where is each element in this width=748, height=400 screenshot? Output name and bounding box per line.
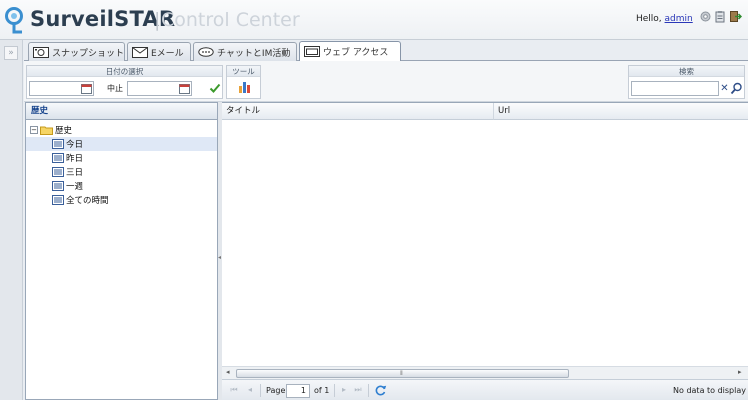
date-group-title: 日付の選択 — [27, 66, 222, 77]
tab-email[interactable]: Eメール — [127, 42, 191, 61]
scrollbar-thumb[interactable]: ⦀ — [236, 369, 569, 378]
tab-email-label: Eメール — [151, 48, 184, 59]
chat-icon — [198, 46, 214, 57]
brand-separator: | — [154, 9, 161, 31]
start-date-field[interactable] — [29, 81, 94, 96]
tools-group-title: ツール — [227, 66, 260, 77]
browser-window-icon — [304, 46, 320, 57]
tab-web-access[interactable]: ウェブ アクセス — [299, 41, 401, 61]
stop-label: 中止 — [107, 84, 123, 93]
prev-page-icon[interactable]: ◂ — [244, 384, 256, 396]
tree-item-label: 全ての時間 — [66, 196, 109, 206]
scroll-left-icon[interactable]: ◂ — [226, 368, 230, 376]
search-icon[interactable] — [730, 81, 743, 96]
folder-icon — [40, 126, 53, 135]
tree-root-label: 歴史 — [55, 126, 73, 136]
page-count-label: of 1 — [314, 386, 330, 395]
app-header: SurveilSTAR | Control Center Hello, admi… — [0, 0, 748, 40]
first-page-icon[interactable]: ⏮ — [228, 384, 240, 396]
tree-root-history[interactable]: − 歴史 — [30, 123, 72, 137]
left-collapse-strip: » — [0, 40, 23, 400]
logo-icon — [5, 7, 23, 34]
search-group-title: 検索 — [629, 66, 744, 77]
tree-item-label: 昨日 — [66, 154, 84, 164]
tree-item-one-week[interactable]: 一週 — [52, 179, 83, 193]
clear-search-icon[interactable]: ✕ — [719, 81, 730, 96]
tab-chat-im-label: チャットとIM活動 — [217, 48, 291, 59]
column-header-url[interactable]: Url — [494, 103, 748, 120]
tree-item-all-time[interactable]: 全ての時間 — [52, 193, 109, 207]
filter-toolbar: 日付の選択 中止 ツール 検索 ✕ — [24, 61, 748, 102]
list-icon — [52, 181, 64, 191]
pager-separator — [334, 384, 335, 397]
list-icon — [52, 195, 64, 205]
envelope-icon — [132, 46, 148, 58]
last-page-icon[interactable]: ⏭ — [352, 384, 364, 396]
calendar-icon[interactable] — [179, 83, 190, 94]
date-selection-group: 日付の選択 中止 — [26, 65, 223, 99]
greeting: Hello, admin — [636, 14, 693, 24]
pager-separator — [368, 384, 369, 397]
list-icon — [52, 153, 64, 163]
calendar-icon[interactable] — [81, 83, 92, 94]
apply-checkmark-icon[interactable] — [209, 82, 221, 94]
end-date-field[interactable] — [127, 81, 192, 96]
greeting-text: Hello, — [636, 14, 665, 24]
tree-item-label: 三日 — [66, 168, 84, 178]
search-group: 検索 ✕ — [628, 65, 745, 99]
tree-item-today[interactable]: 今日 — [26, 137, 217, 151]
tree-item-three-days[interactable]: 三日 — [52, 165, 83, 179]
pager-status: No data to display — [673, 386, 746, 395]
brand-subtitle: Control Center — [161, 9, 300, 31]
grip-icon: ⦀ — [400, 370, 403, 377]
refresh-icon[interactable] — [374, 384, 387, 397]
history-tree-panel: 歴史 − 歴史 今日 昨日 三日 一週 全ての時間 — [25, 102, 218, 400]
expand-panel-icon[interactable]: » — [4, 46, 18, 60]
tree-panel-header: 歴史 — [26, 103, 217, 120]
collapse-toggle-icon[interactable]: − — [30, 126, 38, 134]
tree-item-label: 今日 — [66, 140, 84, 150]
search-input[interactable] — [631, 81, 719, 96]
page-number-input[interactable]: 1 — [286, 384, 310, 398]
clipboard-icon[interactable] — [714, 10, 727, 23]
web-access-grid: タイトル Url — [222, 102, 748, 380]
splitter-handle-icon[interactable]: ◂ — [218, 254, 221, 261]
tab-snapshot[interactable]: スナップショット — [28, 42, 125, 61]
scroll-right-icon[interactable]: ▸ — [738, 368, 742, 376]
gear-icon[interactable] — [699, 10, 712, 23]
tab-snapshot-label: スナップショット — [52, 48, 125, 59]
pager-separator — [260, 384, 261, 397]
next-page-icon[interactable]: ▸ — [338, 384, 350, 396]
tab-web-access-label: ウェブ アクセス — [323, 48, 389, 58]
horizontal-scrollbar[interactable]: ◂ ⦀ ▸ — [222, 366, 748, 379]
tab-chat-im[interactable]: チャットとIM活動 — [193, 42, 297, 61]
list-icon — [52, 167, 64, 177]
page-label: Page — [266, 386, 286, 395]
paging-toolbar: ⏮ ◂ Page 1 of 1 ▸ ⏭ No data to display — [222, 379, 748, 400]
tree-item-yesterday[interactable]: 昨日 — [52, 151, 83, 165]
header-icons — [699, 10, 742, 23]
camera-icon — [33, 46, 49, 58]
logout-icon[interactable] — [729, 10, 742, 23]
list-icon — [52, 139, 64, 149]
tree-item-label: 一週 — [66, 182, 84, 192]
tab-bar: スナップショット Eメール チャットとIM活動 ウェブ アクセス — [24, 40, 748, 61]
tools-group: ツール — [226, 65, 261, 99]
username-link[interactable]: admin — [665, 14, 693, 24]
bar-chart-icon[interactable] — [238, 80, 251, 94]
column-header-title[interactable]: タイトル — [222, 103, 494, 120]
